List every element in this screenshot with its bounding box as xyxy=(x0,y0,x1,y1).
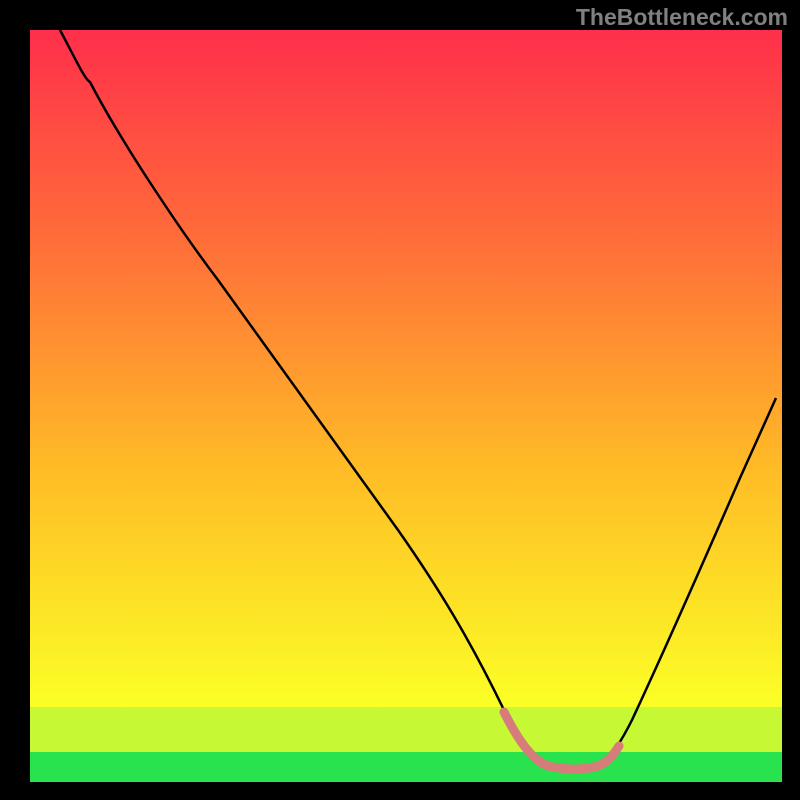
band-green xyxy=(30,752,782,782)
bottleneck-chart xyxy=(0,0,800,800)
chart-container: TheBottleneck.com xyxy=(0,0,800,800)
plot-area xyxy=(30,30,782,782)
band-yellow-green xyxy=(30,707,782,752)
site-watermark: TheBottleneck.com xyxy=(576,4,788,31)
band-gradient xyxy=(30,30,782,707)
